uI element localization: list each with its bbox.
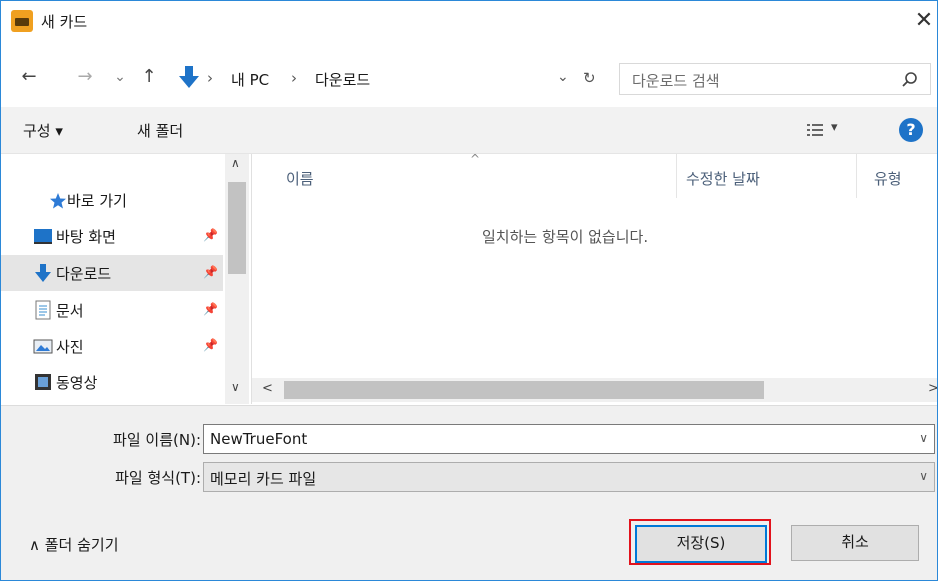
chevron-down-icon[interactable]: ∨ xyxy=(919,431,928,445)
filename-input[interactable]: NewTrueFont ∨ xyxy=(203,424,935,454)
sidebar-item-label: 문서 xyxy=(56,302,84,320)
column-divider[interactable] xyxy=(856,154,857,198)
column-header-date-modified[interactable]: 수정한 날짜 xyxy=(686,168,760,189)
save-dialog: 새 카드 ✕ ← → ⌄ ↑ › 내 PC › 다운로드 ⌄ ↻ 다운로드 검색 xyxy=(0,0,938,581)
sidebar-item-pictures[interactable]: 사진 📌 xyxy=(1,328,223,364)
sidebar-item-label: 바로 가기 xyxy=(67,192,127,210)
help-button[interactable]: ? xyxy=(899,118,923,142)
view-options-icon[interactable] xyxy=(807,123,823,137)
scroll-down-button[interactable]: ∨ xyxy=(231,380,240,394)
column-divider[interactable] xyxy=(676,154,677,198)
breadcrumb-downloads[interactable]: 다운로드 xyxy=(315,69,370,90)
search-icon[interactable] xyxy=(900,70,920,90)
filetype-select[interactable]: 메모리 카드 파일 ∨ xyxy=(203,462,935,492)
pin-icon: 📌 xyxy=(203,338,218,352)
search-box[interactable]: 다운로드 검색 xyxy=(619,63,931,95)
scroll-up-button[interactable]: ∧ xyxy=(231,156,240,170)
sidebar-item-label: 사진 xyxy=(56,338,84,356)
breadcrumb-separator: › xyxy=(207,69,213,87)
window-title: 새 카드 xyxy=(41,13,88,31)
column-header-type[interactable]: 유형 xyxy=(874,168,902,189)
filetype-value: 메모리 카드 파일 xyxy=(210,470,317,488)
download-arrow-icon xyxy=(179,66,199,88)
empty-message: 일치하는 항목이 없습니다. xyxy=(482,228,649,246)
chevron-down-icon: ∨ xyxy=(919,469,928,483)
up-button[interactable]: ↑ xyxy=(137,64,161,90)
navigation-scrollbar[interactable]: ∧ ∨ xyxy=(225,154,249,404)
star-icon xyxy=(50,193,66,209)
video-icon xyxy=(35,374,51,390)
sidebar-item-quick-access[interactable]: 바로 가기 xyxy=(1,182,223,218)
sidebar-item-label: 동영상 xyxy=(56,374,98,392)
navigation-pane: 바로 가기 바탕 화면 📌 다운로드 📌 문서 📌 사진 📌 동영상 xyxy=(1,154,223,404)
recent-locations-button[interactable]: ⌄ xyxy=(111,64,129,90)
cancel-button[interactable]: 취소 xyxy=(791,525,919,561)
filename-value: NewTrueFont xyxy=(210,430,308,448)
sort-indicator: ^ xyxy=(470,152,481,166)
pin-icon: 📌 xyxy=(203,228,218,242)
sidebar-item-label: 바탕 화면 xyxy=(56,228,116,246)
filetype-label: 파일 형식(T): xyxy=(115,469,201,487)
sidebar-item-label: 다운로드 xyxy=(56,265,112,283)
horizontal-scrollbar[interactable]: < > xyxy=(252,378,937,402)
forward-button[interactable]: → xyxy=(73,64,97,90)
address-bar[interactable]: › 내 PC › 다운로드 ⌄ ↻ xyxy=(171,63,601,93)
document-icon xyxy=(35,300,51,320)
save-button[interactable]: 저장(S) xyxy=(635,525,767,563)
column-header-name[interactable]: 이름 xyxy=(286,168,314,189)
picture-icon xyxy=(33,339,53,354)
new-folder-button[interactable]: 새 폴더 xyxy=(137,120,183,141)
filename-label: 파일 이름(N): xyxy=(113,431,201,449)
close-button[interactable]: ✕ xyxy=(911,7,937,35)
sidebar-item-documents[interactable]: 문서 📌 xyxy=(1,292,223,328)
scroll-right-button[interactable]: > xyxy=(928,381,937,396)
view-dropdown-button[interactable]: ▾ xyxy=(831,120,838,135)
pin-icon: 📌 xyxy=(203,302,218,316)
scrollbar-thumb[interactable] xyxy=(228,182,246,274)
refresh-button[interactable]: ↻ xyxy=(583,69,596,87)
scroll-left-button[interactable]: < xyxy=(262,381,273,396)
address-dropdown-button[interactable]: ⌄ xyxy=(557,69,569,85)
download-icon xyxy=(35,264,51,282)
pin-icon: 📌 xyxy=(203,265,218,279)
search-placeholder: 다운로드 검색 xyxy=(632,72,720,90)
sidebar-item-desktop[interactable]: 바탕 화면 📌 xyxy=(1,218,223,254)
back-button[interactable]: ← xyxy=(17,64,41,90)
app-icon xyxy=(11,10,33,32)
breadcrumb-my-pc[interactable]: 내 PC xyxy=(231,69,269,90)
breadcrumb-separator: › xyxy=(291,69,297,87)
file-list: ^ 이름 수정한 날짜 유형 일치하는 항목이 없습니다. < > xyxy=(251,152,937,404)
sidebar-item-downloads[interactable]: 다운로드 📌 xyxy=(1,255,223,291)
hide-folders-button[interactable]: ∧ 폴더 숨기기 xyxy=(29,534,119,555)
organize-button[interactable]: 구성 ▾ xyxy=(23,120,63,141)
command-toolbar: 구성 ▾ 새 폴더 ▾ ? xyxy=(1,107,937,154)
title-bar: 새 카드 ✕ xyxy=(1,1,937,41)
sidebar-item-videos[interactable]: 동영상 xyxy=(1,364,223,400)
scrollbar-thumb[interactable] xyxy=(284,381,764,399)
navigation-bar: ← → ⌄ ↑ › 내 PC › 다운로드 ⌄ ↻ 다운로드 검색 xyxy=(1,59,937,97)
desktop-icon xyxy=(34,229,52,244)
